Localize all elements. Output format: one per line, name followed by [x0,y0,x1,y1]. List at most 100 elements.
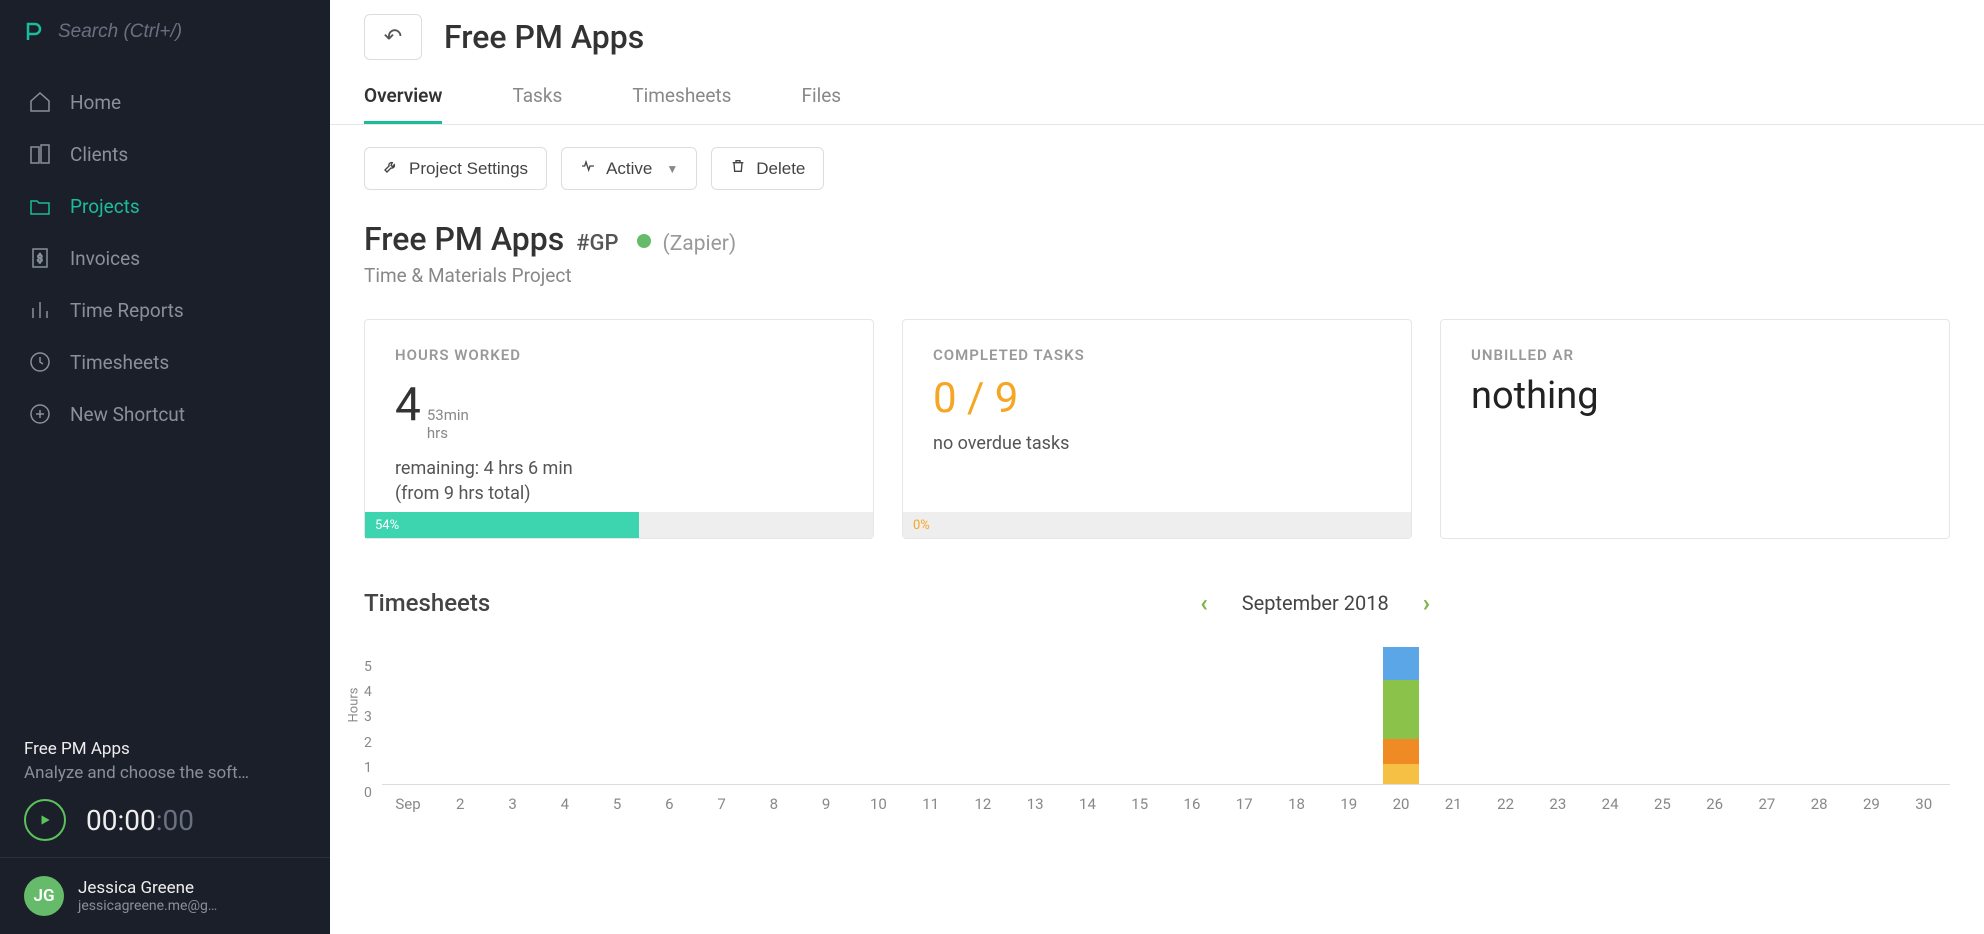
x-tick: 28 [1793,795,1845,813]
bar-slot [1114,645,1166,784]
bar-segment [1383,680,1419,739]
trash-icon [730,158,746,179]
nav-label: Time Reports [70,299,184,322]
nav-invoices[interactable]: $ Invoices [0,232,330,284]
main: ↶ Free PM Apps Overview Tasks Timesheets… [330,0,1984,934]
x-tick: 13 [1009,795,1061,813]
bar-slot [1741,645,1793,784]
hours-progress: 54% [365,512,873,538]
user-panel[interactable]: JG Jessica Greene jessicagreene.me@g… [0,858,330,934]
x-tick: 20 [1375,795,1427,813]
task-title: Free PM Apps [24,739,306,759]
task-panel: Free PM Apps Analyze and choose the soft… [0,723,330,858]
delete-button[interactable]: Delete [711,147,824,190]
bar-slot [1323,645,1375,784]
reports-icon [28,298,52,322]
prev-month-button[interactable]: ‹ [1200,589,1208,617]
plot-area [382,645,1950,785]
bar-slot [800,645,852,784]
status-dropdown[interactable]: Active ▼ [561,147,697,190]
nav-timesheets[interactable]: Timesheets [0,336,330,388]
x-tick: 10 [852,795,904,813]
tab-overview[interactable]: Overview [364,84,442,124]
x-tick: 7 [695,795,747,813]
projects-icon [28,194,52,218]
nav-time-reports[interactable]: Time Reports [0,284,330,336]
project-settings-button[interactable]: Project Settings [364,147,547,190]
nav-clients[interactable]: Clients [0,128,330,180]
nav-label: New Shortcut [70,403,185,426]
search-input[interactable] [58,21,305,43]
bar-slot [1584,645,1636,784]
bar-slot [852,645,904,784]
play-button[interactable] [24,799,66,841]
tasks-progress: 0% [903,512,1411,538]
x-tick: 24 [1584,795,1636,813]
toolbar: Project Settings Active ▼ Delete [330,125,1984,212]
x-tick: 3 [486,795,538,813]
bar-slot [434,645,486,784]
month-nav: ‹ September 2018 › [1200,589,1430,617]
nav-label: Timesheets [70,351,169,374]
tasks-progress-fill: 0% [903,512,918,538]
project-code: #GP [576,231,618,256]
hours-progress-fill: 54% [365,512,639,538]
month-label: September 2018 [1242,591,1389,615]
sidebar-top [0,0,330,64]
hours-remaining: remaining: 4 hrs 6 min [395,456,843,481]
topbar: ↶ Free PM Apps [330,0,1984,60]
logo-icon [20,18,44,46]
bar-segment [1383,764,1419,784]
next-month-button[interactable]: › [1423,589,1430,617]
wrench-icon [383,158,399,179]
plus-icon [28,402,52,426]
project-header: Free PM Apps #GP (Zapier) Time & Materia… [330,212,1984,287]
nav-projects[interactable]: Projects [0,180,330,232]
tabs: Overview Tasks Timesheets Files [330,60,1984,125]
x-tick: 9 [800,795,852,813]
bar-slot [1532,645,1584,784]
y-ticks: 543210 [364,660,372,800]
bar-slot [1270,645,1322,784]
y-tick: 5 [364,660,372,674]
chevron-down-icon: ▼ [666,162,678,176]
unbilled-value: nothing [1471,374,1919,418]
x-tick: 5 [591,795,643,813]
x-tick: 6 [643,795,695,813]
svg-text:$: $ [37,252,43,265]
x-tick: 14 [1061,795,1113,813]
timesheets-title: Timesheets [364,589,490,617]
tab-files[interactable]: Files [801,84,841,124]
tab-tasks[interactable]: Tasks [512,84,562,124]
x-tick: 27 [1741,795,1793,813]
nav-label: Projects [70,195,140,218]
bar-slot [748,645,800,784]
tasks-sub: no overdue tasks [933,433,1381,454]
bar-slot [695,645,747,784]
y-tick: 1 [364,761,372,775]
card-label: UNBILLED AR [1471,346,1919,364]
project-type: Time & Materials Project [364,264,1950,287]
bar-slot [1375,645,1427,784]
bar-slot [1009,645,1061,784]
hours-total: (from 9 hrs total) [395,481,843,506]
nav-new-shortcut[interactable]: New Shortcut [0,388,330,440]
home-icon [28,90,52,114]
card-tasks: COMPLETED TASKS 0 / 9 no overdue tasks 0… [902,319,1412,539]
nav-home[interactable]: Home [0,76,330,128]
nav-label: Clients [70,143,128,166]
user-name: Jessica Greene [78,878,217,898]
x-tick: 15 [1114,795,1166,813]
page-title: Free PM Apps [444,18,644,56]
back-button[interactable]: ↶ [364,14,422,60]
y-tick: 4 [364,685,372,699]
sidebar: Home Clients Projects $ Invoices Time Re… [0,0,330,934]
x-tick: 26 [1689,795,1741,813]
nav-label: Invoices [70,247,140,270]
timer-text: 00:00:00 [86,804,194,837]
bar-slot [1427,645,1479,784]
bar-slot [486,645,538,784]
tab-timesheets[interactable]: Timesheets [632,84,731,124]
bar-slot [905,645,957,784]
x-tick: 23 [1532,795,1584,813]
